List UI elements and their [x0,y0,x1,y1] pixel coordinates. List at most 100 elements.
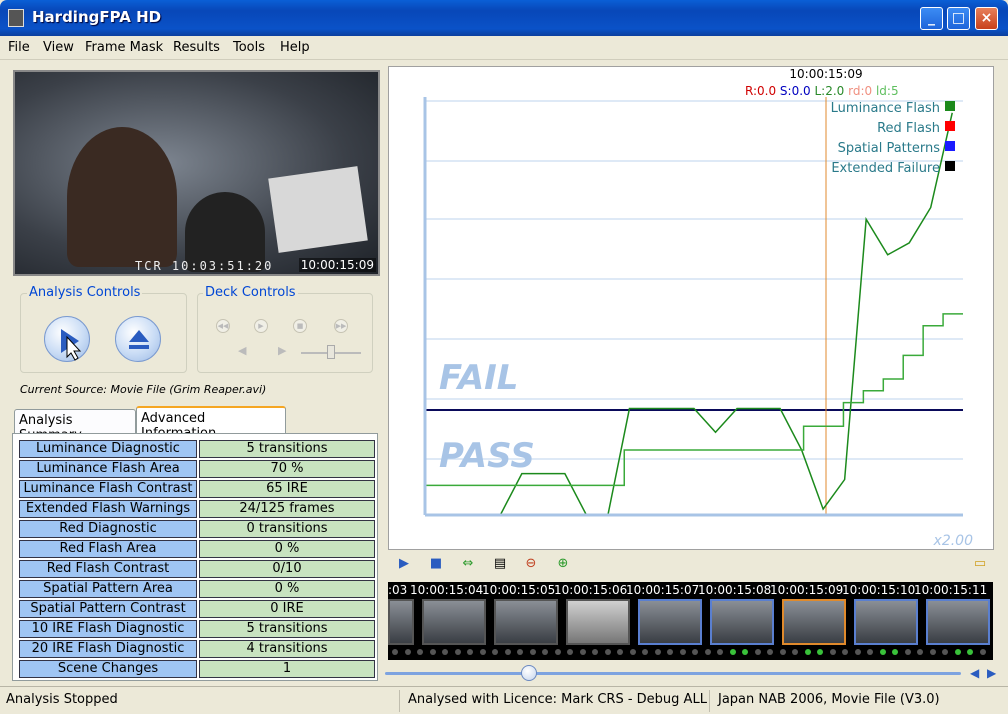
shuttle-slider-thumb[interactable] [327,345,335,359]
step-forward-icon[interactable]: ▶ [278,344,286,357]
sprocket-hole [617,649,623,655]
sprocket-hole [442,649,448,655]
fail-label: FAIL [439,358,518,398]
sprocket-hole [467,649,473,655]
filmstrip-timecode: 10:00:15:07 [626,583,700,597]
filmstrip[interactable]: :03 10:00:15:04 10:00:15:05 10:00:15:06 … [388,582,993,660]
maximize-button[interactable]: □ [947,7,970,30]
step-back-icon[interactable]: ◀ [238,344,246,357]
filmstrip-frame[interactable] [388,599,414,645]
sprocket-hole [942,649,948,655]
sprocket-hole [767,649,773,655]
analysis-controls-label: Analysis Controls [27,285,143,300]
minimize-button[interactable]: _ [920,7,943,30]
flash-chart-panel[interactable]: FAIL PASS 10:00:15:09 R:0.0 S:0.0 L:2.0 … [388,66,994,550]
video-newspaper [268,166,368,253]
filmstrip-frame-current[interactable] [782,599,846,645]
table-row: Spatial Pattern Contrast 0 IRE [17,599,375,619]
fast-forward-icon: ▶▶ [335,322,347,330]
fast-forward-button[interactable]: ▶▶ [334,319,348,333]
sprocket-hole [542,649,548,655]
close-button[interactable]: × [975,7,998,30]
filmstrip-icon[interactable]: ▤ [492,556,508,572]
table-row: Red Flash Contrast 0/10 [17,559,375,579]
filmstrip-frame[interactable] [926,599,990,645]
filmstrip-frame[interactable] [566,599,630,645]
table-row: Spatial Pattern Area 0 % [17,579,375,599]
table-row: Extended Flash Warnings 24/125 frames [17,499,375,519]
sprocket-hole [492,649,498,655]
table-value: 0 % [199,580,375,598]
legend-label: Spatial Patterns [838,141,941,156]
legend-swatch [945,101,955,111]
play-icon[interactable]: ▶ [396,556,412,572]
menu-help[interactable]: Help [280,40,310,55]
chart-legend: Luminance Flash Red Flash Spatial Patterns… [831,101,955,176]
table-key: Luminance Flash Area [19,460,197,478]
sync-icon[interactable]: ⇔ [460,556,476,572]
table-key: 10 IRE Flash Diagnostic [19,620,197,638]
stop-icon[interactable]: ■ [428,556,444,572]
sprocket-hole [679,649,686,655]
sprocket-hole [404,649,411,655]
table-key: Scene Changes [19,660,197,678]
table-key: 20 IRE Flash Diagnostic [19,640,197,658]
play-button[interactable]: ▶ [254,319,268,333]
sprocket-hole [867,649,873,655]
filmstrip-frame[interactable] [494,599,558,645]
table-value: 0/10 [199,560,375,578]
menu-view[interactable]: View [43,40,74,55]
readout-value: R:0.0 [745,84,776,98]
zoom-out-icon[interactable]: ⊖ [523,556,539,572]
analyse-button[interactable] [44,316,90,362]
menu-tools[interactable]: Tools [233,40,265,55]
legend-label: Extended Failure [831,161,940,176]
filmstrip-frame[interactable] [422,599,486,645]
sprocket-hole [579,649,586,655]
scroll-left-icon[interactable]: ◀ [970,666,979,680]
folder-icon[interactable]: ▭ [972,556,988,572]
sprocket-hole [804,649,811,655]
position-slider-thumb[interactable] [521,665,537,681]
rewind-button[interactable]: ◀◀ [216,319,230,333]
table-key: Luminance Diagnostic [19,440,197,458]
filmstrip-frame[interactable] [854,599,918,645]
eject-icon [129,330,149,349]
chart-timecode: 10:00:15:09 [789,67,862,81]
sprocket-hole [667,649,673,655]
table-row: Luminance Diagnostic 5 transitions [17,439,375,459]
flash-chart: FAIL PASS 10:00:15:09 R:0.0 S:0.0 L:2.0 … [423,67,973,549]
table-value: 5 transitions [199,620,375,638]
legend-swatch [945,121,955,131]
current-source: Current Source: Movie File (Grim Reaper.… [20,383,267,396]
menu-frame-mask[interactable]: Frame Mask [85,40,163,55]
filmstrip-timecode: :03 [388,583,408,597]
position-slider-track[interactable] [385,672,961,675]
table-row: 20 IRE Flash Diagnostic 4 transitions [17,639,375,659]
sprocket-hole [729,649,736,655]
status-profile: Japan NAB 2006, Movie File (V3.0) [718,692,940,707]
filmstrip-frame[interactable] [710,599,774,645]
zoom-in-icon[interactable]: ⊕ [555,556,571,572]
sprocket-hole [917,649,923,655]
position-slider[interactable] [385,664,961,682]
sprocket-hole [654,649,661,655]
filmstrip-timecode: 10:00:15:11 [914,583,988,597]
filmstrip-frame[interactable] [638,599,702,645]
sprocket-hole [454,649,461,655]
table-key: Spatial Pattern Area [19,580,197,598]
menu-file[interactable]: File [8,40,30,55]
menu-results[interactable]: Results [173,40,220,55]
stop-button[interactable]: ■ [293,319,307,333]
legend-label: Luminance Flash [831,101,940,116]
filmstrip-timecode: 10:00:15:09 [770,583,844,597]
tab-advanced-information[interactable]: Advanced Information [136,406,286,441]
status-analysis: Analysis Stopped [2,690,400,712]
eject-button[interactable] [115,316,161,362]
table-value: 0 % [199,540,375,558]
table-value: 5 transitions [199,440,375,458]
readout-value: S:0.0 [776,84,811,98]
scroll-right-icon[interactable]: ▶ [987,666,996,680]
table-value: 0 transitions [199,520,375,538]
tab-analysis-summary[interactable]: Analysis Summary [14,409,136,443]
